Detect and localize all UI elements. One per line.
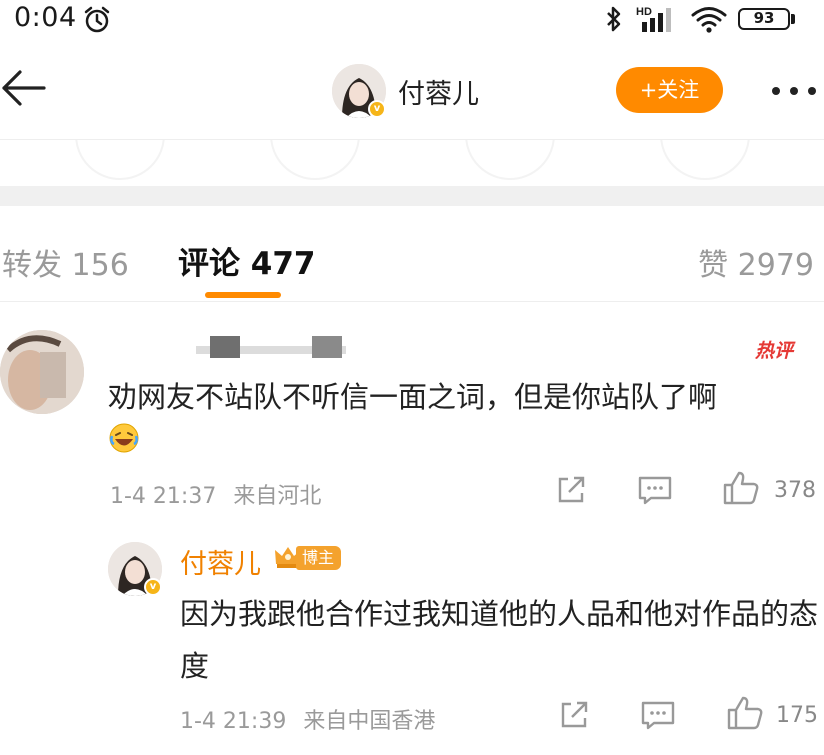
like-icon[interactable] — [722, 470, 760, 506]
reply-date: 1-4 21:39 — [180, 709, 287, 734]
reply-location: 来自中国香港 — [303, 709, 436, 734]
author-badge: 博主 — [296, 546, 342, 570]
battery-icon: 93 — [738, 8, 790, 30]
comment-like-count: 378 — [774, 478, 816, 503]
tab-comments-count: 477 — [250, 246, 316, 282]
more-icon[interactable] — [770, 86, 818, 96]
share-icon[interactable] — [558, 699, 590, 731]
battery-cap — [791, 14, 795, 24]
battery-level: 93 — [753, 9, 775, 27]
wifi-icon — [691, 7, 727, 33]
comment-icon[interactable] — [640, 699, 676, 731]
commenter-name-redacted[interactable] — [196, 336, 346, 358]
tab-comments-label: 评论 — [178, 246, 240, 282]
faded-avatar — [660, 140, 750, 180]
bluetooth-icon — [607, 6, 621, 32]
share-icon[interactable] — [555, 474, 587, 506]
tab-likes-label: 赞 — [698, 248, 729, 283]
tab-likes[interactable]: 赞 2979 — [698, 240, 814, 284]
comment-location: 来自河北 — [233, 484, 322, 509]
section-divider — [0, 186, 824, 206]
reply-meta: 1-4 21:39 来自中国香港 — [180, 703, 435, 735]
commenter-avatar[interactable] — [0, 330, 84, 414]
hot-comment-tag: 热评 — [755, 340, 794, 362]
alarm-icon — [84, 6, 110, 33]
faded-avatar — [465, 140, 555, 180]
comment-date: 1-4 21:37 — [110, 484, 217, 509]
faded-avatar — [270, 140, 360, 180]
active-tab-indicator — [205, 292, 281, 298]
tab-likes-count: 2979 — [737, 248, 814, 283]
follow-button[interactable]: +关注 — [616, 67, 723, 113]
feedback-tabs: 转发 156 评论 477 赞 2979 — [0, 206, 824, 302]
reply-like-count: 175 — [776, 703, 818, 728]
status-time: 0:04 — [14, 2, 77, 33]
comment-text: 劝网友不站队不听信一面之词，但是你站队了啊 — [108, 380, 718, 414]
like-icon[interactable] — [726, 695, 764, 731]
tab-reposts-count: 156 — [71, 248, 129, 283]
faded-avatar — [75, 140, 165, 180]
comment-meta: 1-4 21:37 来自河北 — [110, 478, 321, 510]
reply-text: 因为我跟他合作过我知道他的人品和他对作品的态度 — [180, 597, 819, 683]
status-bar: 0:04 HD 93 — [0, 0, 824, 40]
laughing-emoji-icon — [109, 423, 139, 453]
signal-icon: HD — [636, 6, 671, 32]
network-type-label: HD — [636, 6, 652, 18]
back-arrow-icon[interactable] — [0, 68, 46, 108]
comment-icon[interactable] — [637, 474, 673, 506]
account-name[interactable]: 付蓉儿 — [398, 72, 479, 111]
scrolled-content-edge — [0, 140, 824, 186]
tab-comments[interactable]: 评论 477 — [178, 238, 316, 283]
commenter-avatar-image — [0, 330, 84, 414]
tab-reposts-label: 转发 — [2, 248, 62, 283]
verified-badge: v — [144, 578, 162, 596]
reply-author-name[interactable]: 付蓉儿 — [180, 542, 261, 581]
tab-reposts[interactable]: 转发 156 — [2, 240, 129, 284]
verified-badge: v — [368, 100, 386, 118]
nav-bar: v 付蓉儿 +关注 — [0, 40, 824, 140]
